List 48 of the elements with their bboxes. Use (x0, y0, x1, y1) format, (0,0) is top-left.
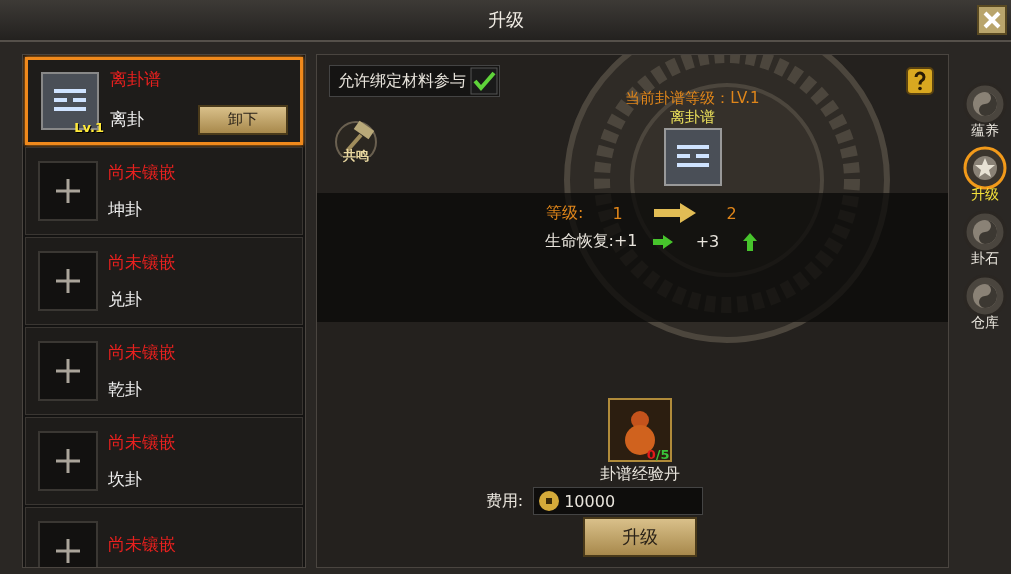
slot-title: 尚未镶嵌 (108, 161, 177, 184)
trigram-name: 兑卦 (108, 288, 142, 311)
slot-title: 离卦谱 (110, 67, 162, 91)
trigram-slot[interactable]: 尚未镶嵌 乾卦 (25, 327, 303, 415)
slot-title: 尚未镶嵌 (108, 431, 177, 454)
bind-material-label: 允许绑定材料参与 (338, 70, 466, 92)
trigram-slot[interactable]: 尚未镶嵌 坎卦 (25, 417, 303, 505)
arrow-icon (651, 233, 674, 250)
up-arrow-icon (741, 231, 758, 252)
trigram-name: 坎卦 (108, 468, 142, 491)
cost-value: 10000 (564, 491, 616, 511)
trigram-icon (662, 127, 723, 187)
trigram-slot[interactable]: 尚未镶嵌 兑卦 (25, 237, 303, 325)
upgrade-button[interactable]: 升级 (582, 517, 697, 557)
close-icon[interactable] (977, 5, 1007, 35)
current-level-text: 当前卦谱等级：LV.1 (625, 89, 760, 108)
slot-title: 尚未镶嵌 (108, 341, 177, 364)
trigram-slot[interactable]: 尚未镶嵌 (25, 507, 303, 567)
level-from: 1 (611, 203, 624, 223)
checkbox[interactable] (470, 67, 498, 95)
bind-material-option[interactable]: 允许绑定材料参与 (329, 65, 500, 97)
help-icon[interactable] (906, 67, 934, 95)
plus-icon (38, 251, 98, 311)
item-name: 离卦谱 (670, 108, 715, 127)
trigram-name: 离卦 (110, 108, 144, 131)
arrow-icon (651, 201, 698, 225)
gourd-icon (607, 398, 672, 462)
slot-title: 尚未镶嵌 (108, 532, 177, 556)
level-label: 等级: (545, 202, 584, 224)
plus-icon (38, 431, 98, 491)
level-label: Lv.1 (74, 120, 104, 135)
coin-icon (538, 490, 561, 512)
material-name: 卦谱经验丹 (599, 464, 680, 485)
resonance-button[interactable]: 共鸣 (331, 117, 381, 165)
unequip-button[interactable]: 卸下 (198, 104, 288, 135)
cost-label: 费用: (485, 490, 524, 512)
window-title: 升级 (487, 8, 524, 32)
material-count: 0/5 (646, 447, 670, 462)
plus-icon (38, 341, 98, 401)
trigram-name: 乾卦 (108, 378, 142, 401)
trigram-name: 坤卦 (108, 198, 142, 221)
trigram-slot[interactable]: Lv.1 离卦谱 离卦 卸下 (25, 57, 303, 145)
stat-next: +3 (694, 232, 721, 251)
level-to: 2 (725, 203, 738, 223)
trigram-slot[interactable]: 尚未镶嵌 坤卦 (25, 147, 303, 235)
slot-title: 尚未镶嵌 (108, 251, 177, 274)
plus-icon (38, 161, 98, 221)
stat-current: 生命恢复:+1 (543, 231, 638, 252)
